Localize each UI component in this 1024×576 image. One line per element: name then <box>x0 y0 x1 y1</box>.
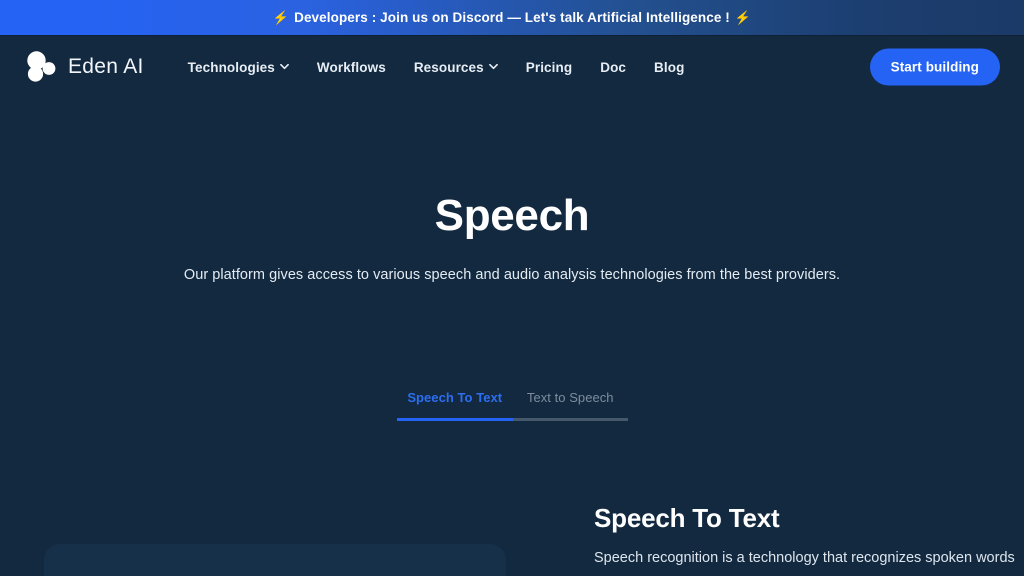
page-root: ⚡ Developers : Join us on Discord — Let'… <box>0 0 1024 576</box>
announcement-banner[interactable]: ⚡ Developers : Join us on Discord — Let'… <box>0 0 1024 36</box>
chevron-down-icon <box>279 62 289 71</box>
lightning-bolt-icon-right: ⚡ <box>734 10 752 25</box>
eden-ai-logo-icon <box>24 50 58 84</box>
hero-subtitle: Our platform gives access to various spe… <box>183 267 841 284</box>
nav-label-doc: Doc <box>600 59 627 75</box>
logo-home-link[interactable]: Eden AI <box>24 50 144 84</box>
site-header: Eden AI Technologies Workflows Resources… <box>0 36 1024 98</box>
nav-label-pricing: Pricing <box>525 59 573 75</box>
section-description: Speech recognition is a technology that … <box>594 550 1015 566</box>
nav-label-blog: Blog <box>654 59 685 75</box>
nav-item-blog[interactable]: Blog <box>640 54 698 81</box>
announcement-banner-text: Developers : Join us on Discord — Let's … <box>294 10 730 25</box>
nav-label-resources: Resources <box>413 59 484 75</box>
start-building-button[interactable]: Start building <box>869 48 1000 86</box>
section-title: Speech To Text <box>594 503 780 533</box>
nav-item-resources[interactable]: Resources <box>400 54 512 81</box>
tab-list: Speech To Text Text to Speech <box>397 390 628 421</box>
speech-tabs: Speech To Text Text to Speech <box>397 390 628 421</box>
lightning-bolt-icon-left: ⚡ <box>272 10 290 25</box>
tab-text-to-speech[interactable]: Text to Speech <box>512 390 628 421</box>
nav-label-workflows: Workflows <box>316 59 386 75</box>
section-copy: Speech To Text Speech recognition is a t… <box>594 503 1015 569</box>
nav-item-workflows[interactable]: Workflows <box>303 54 400 81</box>
nav-label-technologies: Technologies <box>187 59 275 75</box>
section-illustration-card <box>44 544 506 576</box>
tab-speech-to-text[interactable]: Speech To Text <box>397 390 513 421</box>
hero-section: Speech Our platform gives access to vari… <box>0 98 1024 283</box>
nav-item-pricing[interactable]: Pricing <box>512 54 586 81</box>
nav-item-doc[interactable]: Doc <box>586 54 640 81</box>
page-title: Speech <box>434 191 590 240</box>
chevron-down-icon <box>488 62 498 71</box>
nav-item-technologies[interactable]: Technologies <box>174 54 303 81</box>
announcement-banner-content: ⚡ Developers : Join us on Discord — Let'… <box>273 10 751 25</box>
logo-wordmark: Eden AI <box>68 55 144 78</box>
primary-navigation: Technologies Workflows Resources Pricing… <box>174 54 699 81</box>
speech-to-text-section: Speech To Text Speech recognition is a t… <box>0 495 1024 576</box>
